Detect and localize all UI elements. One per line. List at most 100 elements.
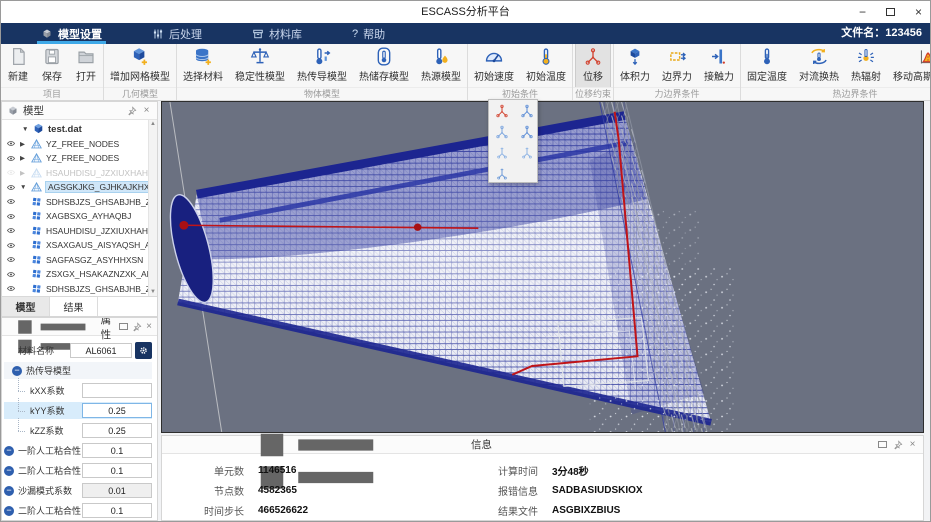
tab-help[interactable]: ? 帮助	[342, 23, 395, 44]
tab-post-processing[interactable]: 后处理	[142, 23, 212, 44]
open-button[interactable]: 打开	[69, 44, 103, 87]
tree-item-hidden[interactable]: ▶HSAUHDISU_JZXIUXHAHX	[2, 166, 148, 181]
material-name-label: 材料名称	[18, 344, 70, 357]
tab-material-library[interactable]: 材料库	[242, 23, 312, 44]
hourglass-coefficient-input[interactable]	[82, 483, 152, 498]
fixed-temperature-button[interactable]: 固定温度	[741, 44, 793, 87]
database-plus-icon	[192, 46, 214, 67]
first-order-viscosity-input[interactable]	[82, 443, 152, 458]
pin-icon[interactable]	[126, 105, 137, 116]
kxx-input[interactable]	[82, 383, 152, 398]
tree-item-selected[interactable]: ▼AGSGKJKG_GJHKAJKHXA	[2, 180, 148, 195]
pin-icon[interactable]	[132, 321, 142, 332]
convection-button[interactable]: 对流换热	[793, 44, 845, 87]
displacement-option-xy[interactable]	[491, 122, 512, 141]
collapse-icon[interactable]: −	[4, 486, 14, 496]
heat-conduction-model-button[interactable]: 热传导模型	[291, 44, 353, 87]
initial-velocity-button[interactable]: 初始速度	[468, 44, 520, 87]
tree-item[interactable]: XSAXGAUS_AISYAQSH_ASHX	[2, 238, 148, 253]
caret-right-icon[interactable]: ▶	[20, 169, 27, 177]
group-label-project: 项目	[1, 87, 103, 100]
eye-icon[interactable]	[6, 197, 17, 206]
material-settings-button[interactable]	[135, 342, 152, 359]
add-mesh-model-button[interactable]: 增加网格模型	[104, 44, 176, 87]
float-panel-icon[interactable]	[877, 439, 888, 450]
eye-icon[interactable]	[6, 284, 17, 293]
tree-item[interactable]: ▶YZ_FREE_NODES	[2, 137, 148, 152]
measure-point-mid[interactable]	[414, 224, 422, 231]
folder-icon	[75, 46, 97, 67]
displacement-option-y[interactable]	[516, 143, 537, 162]
float-panel-icon[interactable]	[119, 321, 128, 332]
displacement-option-xz[interactable]	[516, 122, 537, 141]
second-order-viscosity-input-2[interactable]	[82, 503, 152, 518]
caret-right-icon[interactable]: ▶	[20, 154, 27, 162]
displacement-option-x[interactable]	[491, 164, 512, 183]
collapse-icon[interactable]: −	[12, 366, 22, 376]
eye-icon[interactable]	[6, 139, 17, 148]
eye-icon[interactable]	[6, 212, 17, 221]
stability-model-button[interactable]: 稳定性模型	[229, 44, 291, 87]
close-panel-icon[interactable]: ×	[141, 105, 152, 116]
displacement-option-xyz-red[interactable]	[491, 101, 512, 120]
maximize-button[interactable]	[886, 6, 895, 18]
tree-scrollbar[interactable]: ▲▼	[148, 120, 157, 296]
displacement-option-xyz-blue[interactable]	[516, 101, 537, 120]
kyy-input[interactable]	[82, 403, 152, 418]
pin-icon[interactable]	[892, 439, 903, 450]
initial-temperature-button[interactable]: 初始温度	[520, 44, 572, 87]
select-material-button[interactable]: 选择材料	[177, 44, 229, 87]
collapse-icon[interactable]: −	[4, 506, 14, 516]
tree-item[interactable]: XAGBSXG_AYHAQBJ	[2, 209, 148, 224]
squares-icon	[30, 268, 43, 280]
collapse-icon[interactable]: −	[4, 466, 14, 476]
viewport-3d[interactable]	[161, 101, 924, 433]
caret-down-icon[interactable]: ▼	[20, 184, 27, 191]
tree-item[interactable]: SDHSBJZS_GHSABJHB_ZAHU	[2, 195, 148, 210]
tree-item[interactable]: ▶YZ_FREE_NODES	[2, 151, 148, 166]
eye-icon[interactable]	[6, 183, 17, 192]
thermal-radiation-button[interactable]: 热辐射	[845, 44, 887, 87]
tree-item[interactable]: HSAUHDISU_JZXIUXHAHX	[2, 224, 148, 239]
caret-down-icon[interactable]: ▼	[22, 126, 29, 133]
eye-icon[interactable]	[6, 154, 17, 163]
eye-icon[interactable]	[6, 255, 17, 264]
minimize-button[interactable]: −	[859, 6, 866, 18]
close-button[interactable]: ×	[915, 6, 922, 18]
properties-panel: 属性 × 材料名称 − 热传导模型	[1, 317, 158, 521]
second-order-viscosity-input[interactable]	[82, 463, 152, 478]
kzz-input[interactable]	[82, 423, 152, 438]
tree-item[interactable]: SDHSBJZS_GHSABJHB_ZAHU	[2, 282, 148, 297]
scroll-down-icon[interactable]: ▼	[150, 289, 156, 295]
title-bar: ESCASS分析平台 − ×	[1, 1, 930, 23]
collapse-icon[interactable]: −	[4, 446, 14, 456]
tab-model[interactable]: 模型	[2, 297, 50, 316]
material-name-input[interactable]	[70, 343, 132, 358]
tree-item[interactable]: SAGFASGZ_ASYHHXSN	[2, 253, 148, 268]
new-button[interactable]: 新建	[1, 44, 35, 87]
tree-item-root[interactable]: ▼test.dat	[2, 122, 148, 137]
displacement-option-z[interactable]	[491, 143, 512, 162]
save-button[interactable]: 保存	[35, 44, 69, 87]
thermometer-flame-icon	[430, 46, 452, 67]
tab-model-settings[interactable]: 模型设置	[31, 23, 112, 44]
contact-force-button[interactable]: 接触力	[698, 44, 740, 87]
eye-icon[interactable]	[6, 241, 17, 250]
scroll-up-icon[interactable]: ▲	[150, 121, 156, 127]
measure-point-start[interactable]	[179, 221, 188, 230]
displacement-button[interactable]: 位移	[576, 44, 610, 87]
heat-source-model-button[interactable]: 热源模型	[415, 44, 467, 87]
boundary-force-button[interactable]: 边界力	[656, 44, 698, 87]
eye-icon[interactable]	[6, 270, 17, 279]
eye-icon[interactable]	[6, 226, 17, 235]
close-panel-icon[interactable]: ×	[907, 439, 918, 450]
moving-gauss-flux-button[interactable]: 移动高斯热通量	[887, 44, 931, 87]
tree-item[interactable]: ZSXGX_HSAKAZNZXK_AMASX	[2, 267, 148, 282]
heat-storage-model-button[interactable]: 热储存模型	[353, 44, 415, 87]
body-force-button[interactable]: 体积力	[614, 44, 656, 87]
tab-results[interactable]: 结果	[50, 297, 98, 316]
eye-off-icon[interactable]	[6, 168, 17, 177]
heat-conduction-section[interactable]: − 热传导模型	[4, 362, 152, 379]
caret-right-icon[interactable]: ▶	[20, 140, 27, 148]
close-panel-icon[interactable]: ×	[146, 321, 152, 332]
